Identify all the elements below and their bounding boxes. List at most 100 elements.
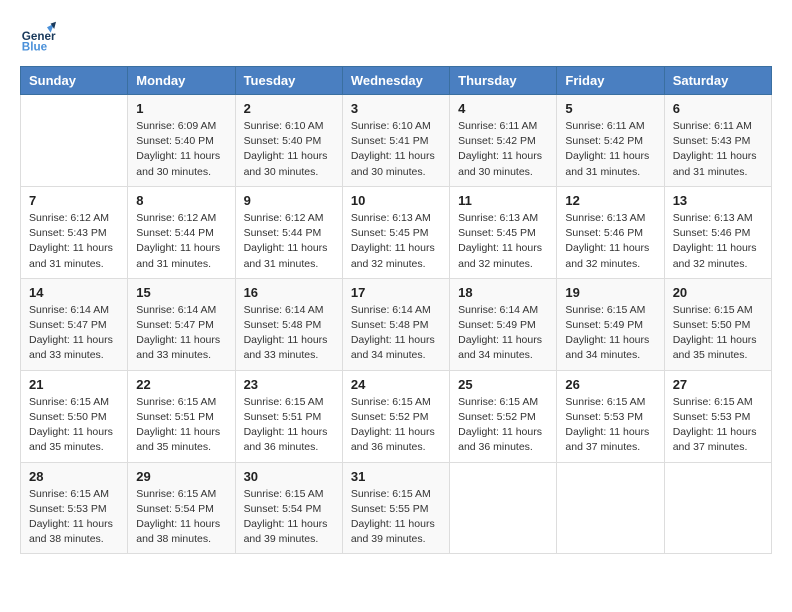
day-info: Sunrise: 6:11 AM Sunset: 5:43 PM Dayligh… bbox=[673, 119, 763, 180]
logo-icon: General Blue bbox=[20, 20, 56, 56]
day-number: 20 bbox=[673, 285, 763, 300]
day-cell: 19 Sunrise: 6:15 AM Sunset: 5:49 PM Dayli… bbox=[557, 278, 664, 370]
day-cell: 15 Sunrise: 6:14 AM Sunset: 5:47 PM Dayli… bbox=[128, 278, 235, 370]
day-cell: 13 Sunrise: 6:13 AM Sunset: 5:46 PM Dayli… bbox=[664, 186, 771, 278]
week-row-2: 7 Sunrise: 6:12 AM Sunset: 5:43 PM Daylig… bbox=[21, 186, 772, 278]
day-cell: 9 Sunrise: 6:12 AM Sunset: 5:44 PM Daylig… bbox=[235, 186, 342, 278]
day-number: 6 bbox=[673, 101, 763, 116]
day-number: 26 bbox=[565, 377, 655, 392]
day-number: 3 bbox=[351, 101, 441, 116]
day-cell: 14Sunrise: 6:14 AM Sunset: 5:47 PM Dayli… bbox=[21, 278, 128, 370]
day-cell: 25 Sunrise: 6:15 AM Sunset: 5:52 PM Dayli… bbox=[450, 370, 557, 462]
header-monday: Monday bbox=[128, 67, 235, 95]
day-cell: 10Sunrise: 6:13 AM Sunset: 5:45 PM Dayli… bbox=[342, 186, 449, 278]
header-saturday: Saturday bbox=[664, 67, 771, 95]
week-row-3: 14 Sunrise: 6:14 AM Sunset: 5:47 PM Dayli… bbox=[21, 278, 772, 370]
day-cell bbox=[21, 95, 128, 187]
day-cell: 16 Sunrise: 6:14 AM Sunset: 5:48 PM Dayli… bbox=[235, 278, 342, 370]
day-number: 8 bbox=[136, 193, 226, 208]
day-info: Sunrise: 6:15 AM Sunset: 5:50 PM Dayligh… bbox=[29, 395, 119, 456]
day-number: 11 bbox=[458, 193, 548, 208]
day-number: 31 bbox=[351, 469, 441, 484]
logo: General Blue bbox=[20, 20, 56, 56]
day-info: Sunrise: 6:13 AM Sunset: 5:46 PM Dayligh… bbox=[673, 211, 763, 272]
header-tuesday: Tuesday bbox=[235, 67, 342, 95]
day-cell: 18 Sunrise: 6:14 AM Sunset: 5:49 PM Dayli… bbox=[450, 278, 557, 370]
day-number: 24 bbox=[351, 377, 441, 392]
day-info: Sunrise: 6:10 AM Sunset: 5:41 PM Dayligh… bbox=[351, 119, 441, 180]
day-number: 7 bbox=[29, 193, 119, 208]
day-cell: 1 Sunrise: 6:09 AM Sunset: 5:40 PM Daylig… bbox=[128, 95, 235, 187]
day-info: Sunrise: 6:11 AM Sunset: 5:42 PM Dayligh… bbox=[458, 119, 548, 180]
day-info: Sunrise: 6:12 AM Sunset: 5:43 PM Dayligh… bbox=[29, 211, 119, 272]
day-cell: 22 Sunrise: 6:15 AM Sunset: 5:51 PM Dayli… bbox=[128, 370, 235, 462]
day-cell: 24Sunrise: 6:15 AM Sunset: 5:52 PM Dayli… bbox=[342, 370, 449, 462]
page-header: General Blue bbox=[20, 20, 772, 56]
week-row-5: 28Sunrise: 6:15 AM Sunset: 5:53 PM Dayli… bbox=[21, 462, 772, 554]
day-info: Sunrise: 6:15 AM Sunset: 5:54 PM Dayligh… bbox=[136, 487, 226, 548]
day-number: 27 bbox=[673, 377, 763, 392]
day-cell: 26 Sunrise: 6:15 AM Sunset: 5:53 PM Dayli… bbox=[557, 370, 664, 462]
day-info: Sunrise: 6:13 AM Sunset: 5:45 PM Dayligh… bbox=[458, 211, 548, 272]
day-info: Sunrise: 6:11 AM Sunset: 5:42 PM Dayligh… bbox=[565, 119, 655, 180]
day-cell: 5 Sunrise: 6:11 AM Sunset: 5:42 PM Daylig… bbox=[557, 95, 664, 187]
day-cell: 4 Sunrise: 6:11 AM Sunset: 5:42 PM Daylig… bbox=[450, 95, 557, 187]
header-thursday: Thursday bbox=[450, 67, 557, 95]
day-number: 12 bbox=[565, 193, 655, 208]
day-info: Sunrise: 6:14 AM Sunset: 5:49 PM Dayligh… bbox=[458, 303, 548, 364]
day-number: 16 bbox=[244, 285, 334, 300]
header-row: SundayMondayTuesdayWednesdayThursdayFrid… bbox=[21, 67, 772, 95]
day-info: Sunrise: 6:14 AM Sunset: 5:47 PM Dayligh… bbox=[136, 303, 226, 364]
week-row-4: 21 Sunrise: 6:15 AM Sunset: 5:50 PM Dayli… bbox=[21, 370, 772, 462]
day-number: 1 bbox=[136, 101, 226, 116]
day-cell: 27 Sunrise: 6:15 AM Sunset: 5:53 PM Dayli… bbox=[664, 370, 771, 462]
day-number: 13 bbox=[673, 193, 763, 208]
svg-text:Blue: Blue bbox=[22, 41, 48, 54]
day-number: 17 bbox=[351, 285, 441, 300]
day-number: 19 bbox=[565, 285, 655, 300]
day-number: 10 bbox=[351, 193, 441, 208]
day-number: 18 bbox=[458, 285, 548, 300]
day-number: 28 bbox=[29, 469, 119, 484]
day-info: Sunrise: 6:15 AM Sunset: 5:51 PM Dayligh… bbox=[136, 395, 226, 456]
day-number: 21 bbox=[29, 377, 119, 392]
day-cell: 28Sunrise: 6:15 AM Sunset: 5:53 PM Dayli… bbox=[21, 462, 128, 554]
header-sunday: Sunday bbox=[21, 67, 128, 95]
day-number: 2 bbox=[244, 101, 334, 116]
day-cell: 30Sunrise: 6:15 AM Sunset: 5:54 PM Dayli… bbox=[235, 462, 342, 554]
day-number: 29 bbox=[136, 469, 226, 484]
day-info: Sunrise: 6:15 AM Sunset: 5:53 PM Dayligh… bbox=[565, 395, 655, 456]
day-info: Sunrise: 6:15 AM Sunset: 5:49 PM Dayligh… bbox=[565, 303, 655, 364]
day-cell: 6 Sunrise: 6:11 AM Sunset: 5:43 PM Daylig… bbox=[664, 95, 771, 187]
day-number: 30 bbox=[244, 469, 334, 484]
day-number: 23 bbox=[244, 377, 334, 392]
day-info: Sunrise: 6:09 AM Sunset: 5:40 PM Dayligh… bbox=[136, 119, 226, 180]
day-number: 14 bbox=[29, 285, 119, 300]
day-cell: 8 Sunrise: 6:12 AM Sunset: 5:44 PM Daylig… bbox=[128, 186, 235, 278]
day-number: 4 bbox=[458, 101, 548, 116]
day-number: 9 bbox=[244, 193, 334, 208]
day-info: Sunrise: 6:15 AM Sunset: 5:50 PM Dayligh… bbox=[673, 303, 763, 364]
day-cell: 21 Sunrise: 6:15 AM Sunset: 5:50 PM Dayli… bbox=[21, 370, 128, 462]
day-info: Sunrise: 6:15 AM Sunset: 5:52 PM Dayligh… bbox=[458, 395, 548, 456]
day-cell: 17Sunrise: 6:14 AM Sunset: 5:48 PM Dayli… bbox=[342, 278, 449, 370]
day-number: 15 bbox=[136, 285, 226, 300]
day-cell: 23 Sunrise: 6:15 AM Sunset: 5:51 PM Dayli… bbox=[235, 370, 342, 462]
day-info: Sunrise: 6:10 AM Sunset: 5:40 PM Dayligh… bbox=[244, 119, 334, 180]
day-cell: 2 Sunrise: 6:10 AM Sunset: 5:40 PM Daylig… bbox=[235, 95, 342, 187]
day-number: 25 bbox=[458, 377, 548, 392]
header-wednesday: Wednesday bbox=[342, 67, 449, 95]
day-cell: 11 Sunrise: 6:13 AM Sunset: 5:45 PM Dayli… bbox=[450, 186, 557, 278]
day-info: Sunrise: 6:15 AM Sunset: 5:51 PM Dayligh… bbox=[244, 395, 334, 456]
day-info: Sunrise: 6:12 AM Sunset: 5:44 PM Dayligh… bbox=[244, 211, 334, 272]
day-cell: 3 Sunrise: 6:10 AM Sunset: 5:41 PM Daylig… bbox=[342, 95, 449, 187]
header-friday: Friday bbox=[557, 67, 664, 95]
day-number: 22 bbox=[136, 377, 226, 392]
day-cell: 29 Sunrise: 6:15 AM Sunset: 5:54 PM Dayli… bbox=[128, 462, 235, 554]
day-cell: 7 Sunrise: 6:12 AM Sunset: 5:43 PM Daylig… bbox=[21, 186, 128, 278]
day-info: Sunrise: 6:15 AM Sunset: 5:53 PM Dayligh… bbox=[673, 395, 763, 456]
day-number: 5 bbox=[565, 101, 655, 116]
calendar-table: SundayMondayTuesdayWednesdayThursdayFrid… bbox=[20, 66, 772, 554]
day-info: Sunrise: 6:12 AM Sunset: 5:44 PM Dayligh… bbox=[136, 211, 226, 272]
day-info: Sunrise: 6:14 AM Sunset: 5:48 PM Dayligh… bbox=[244, 303, 334, 364]
